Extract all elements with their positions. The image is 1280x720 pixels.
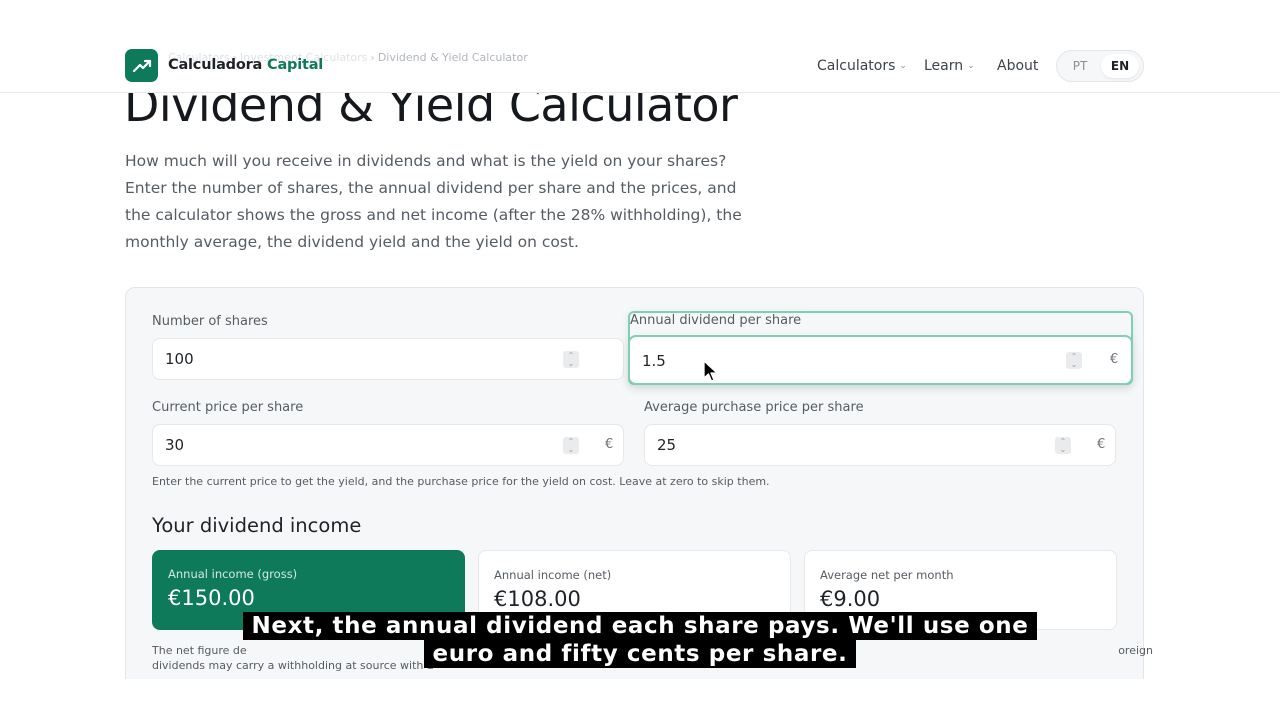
trending-up-icon	[132, 59, 151, 72]
current-price-stepper[interactable]: ⌃ ⌄	[563, 437, 579, 454]
page-intro: How much will you receive in dividends a…	[125, 152, 742, 251]
result-net-value: €108.00	[494, 587, 581, 611]
euro-unit: €	[1097, 437, 1106, 452]
brand-name-accent: Capital	[267, 57, 324, 73]
result-gross-label: Annual income (gross)	[168, 567, 298, 581]
subtitle-line-1: Next, the annual dividend each share pay…	[242, 612, 1038, 640]
euro-unit: €	[1110, 352, 1119, 367]
result-gross-value: €150.00	[168, 586, 255, 610]
shares-stepper[interactable]: ⌃ ⌄	[563, 351, 579, 368]
purchase-price-stepper[interactable]: ⌃ ⌄	[1055, 437, 1071, 454]
subtitle-line-2: euro and fifty cents per share.	[423, 640, 857, 668]
language-switcher: PT EN	[1056, 50, 1144, 82]
nav-calculators-label: Calculators	[817, 58, 896, 74]
page-fold	[0, 679, 1280, 720]
current-price-label: Current price per share	[152, 400, 304, 415]
nav-about-label: About	[997, 58, 1039, 74]
purchase-price-input[interactable]: 25 ⌃ ⌄ €	[644, 424, 1116, 466]
dividend-value: 1.5	[642, 352, 666, 370]
euro-unit: €	[605, 437, 614, 452]
form-hint: Enter the current price to get the yield…	[152, 475, 770, 488]
logo[interactable]	[125, 49, 158, 82]
current-price-value: 30	[165, 436, 185, 454]
shares-value: 100	[165, 350, 194, 368]
nav-about[interactable]: About	[997, 58, 1038, 74]
lang-option-en[interactable]: EN	[1101, 54, 1139, 78]
breadcrumb-item-current: Dividend & Yield Calculator	[377, 51, 528, 64]
lang-option-pt[interactable]: PT	[1061, 54, 1099, 78]
result-monthly-value: €9.00	[820, 587, 881, 611]
shares-input[interactable]: 100 ⌃ ⌄	[152, 338, 624, 380]
chevron-down-icon: ⌄	[967, 61, 975, 71]
nav-learn-label: Learn	[924, 58, 964, 74]
shares-label: Number of shares	[152, 314, 268, 329]
site-header: Calculators › Investment Calculators › Divid…	[0, 0, 1280, 93]
purchase-price-value: 25	[657, 436, 677, 454]
dividend-stepper[interactable]: ⌃ ⌄	[1066, 352, 1082, 369]
results-title: Your dividend income	[152, 514, 362, 537]
mouse-cursor-icon	[703, 360, 718, 382]
dividend-label: Annual dividend per share	[630, 313, 802, 328]
breadcrumb-separator: ›	[370, 51, 375, 64]
nav-learn[interactable]: Learn ⌄	[924, 58, 975, 74]
result-net-label: Annual income (net)	[494, 568, 612, 582]
nav-calculators[interactable]: Calculators ⌄	[817, 58, 907, 74]
video-subtitle: Next, the annual dividend each share pay…	[0, 612, 1280, 668]
brand-name-main: Calculadora	[168, 57, 263, 73]
chevron-down-icon: ⌄	[899, 61, 907, 71]
current-price-input[interactable]: 30 ⌃ ⌄ €	[152, 424, 624, 466]
purchase-price-label: Average purchase price per share	[644, 400, 864, 415]
result-monthly-label: Average net per month	[820, 568, 954, 582]
brand-name[interactable]: Calculadora Capital	[168, 57, 323, 73]
